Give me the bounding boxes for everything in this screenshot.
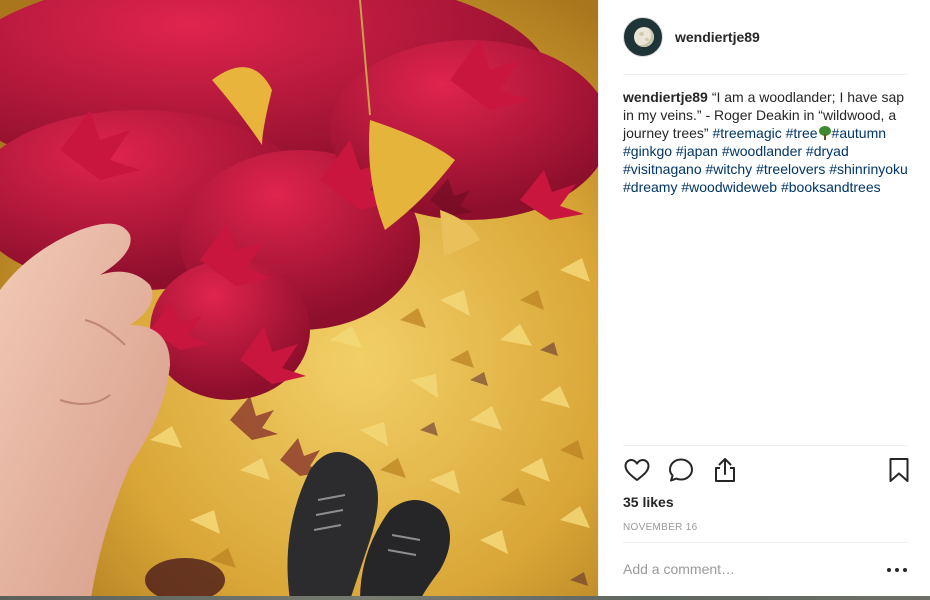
divider <box>623 445 908 446</box>
post-caption: wendiertje89 “I am a woodlander; I have s… <box>623 88 908 196</box>
hashtags-part-1[interactable]: #treemagic #tree <box>712 125 817 141</box>
post-photo[interactable] <box>0 0 598 600</box>
autumn-leaves-image <box>0 0 598 600</box>
divider <box>623 542 908 543</box>
tree-emoji-icon <box>818 126 832 140</box>
share-button[interactable] <box>711 456 739 484</box>
more-options-icon <box>887 568 891 572</box>
avatar[interactable] <box>623 17 663 57</box>
page-bottom-edge <box>0 596 930 600</box>
moon-icon <box>634 27 654 47</box>
more-options-button[interactable] <box>887 560 907 580</box>
post-side-panel: wendiertje89 wendiertje89 “I am a woodlan… <box>598 0 930 600</box>
comment-input[interactable] <box>623 556 873 582</box>
comment-button[interactable] <box>667 456 695 484</box>
share-upload-icon <box>715 458 735 482</box>
header-username[interactable]: wendiertje89 <box>675 29 760 45</box>
post-header: wendiertje89 <box>599 0 930 74</box>
action-bar <box>623 456 913 486</box>
caption-username[interactable]: wendiertje89 <box>623 89 708 105</box>
speech-bubble-icon <box>669 458 693 482</box>
divider <box>623 74 908 75</box>
save-button[interactable] <box>885 456 913 484</box>
like-button[interactable] <box>623 456 651 484</box>
bookmark-icon <box>889 458 909 482</box>
post-date: NOVEMBER 16 <box>623 522 698 533</box>
heart-icon <box>624 459 650 481</box>
instagram-post: wendiertje89 wendiertje89 “I am a woodlan… <box>0 0 930 600</box>
like-count[interactable]: 35 likes <box>623 494 674 510</box>
